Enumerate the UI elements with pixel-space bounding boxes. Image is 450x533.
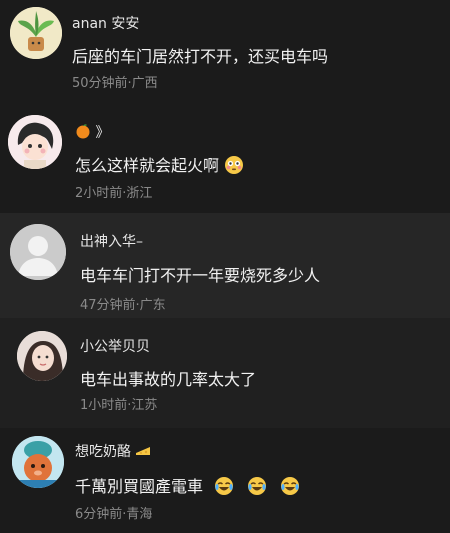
username[interactable]: 》 [75,122,109,143]
flushed-face-emoji [224,155,244,179]
comment-meta: 2小时前·浙江 [75,186,153,201]
orange-icon [75,123,91,143]
plant-avatar-icon[interactable] [10,7,62,59]
comment-meta: 47分钟前·广东 [80,298,166,313]
crying-laughing-emoji [214,476,234,500]
cheese-icon [135,442,151,462]
comment-meta: 50分钟前·广西 [72,76,158,91]
username[interactable]: 想吃奶酪 [75,441,151,462]
comment-item: anan 安安 后座的车门居然打不开，还买电车吗 50分钟前·广西 [0,0,450,98]
crying-laughing-emoji [247,476,267,500]
crying-laughing-emoji [280,476,300,500]
comment-text: 电车出事故的几率太大了 [80,370,257,389]
girl-avatar-icon[interactable] [8,115,62,169]
comment-item: 》 怎么这样就会起火啊 2小时前·浙江 [0,98,450,213]
comment-meta: 1小时前·江苏 [80,398,158,413]
username[interactable]: anan 安安 [72,13,139,33]
username[interactable]: 出神入华– [80,231,143,251]
comment-text: 怎么这样就会起火啊 [75,152,244,179]
cartoon-avatar-icon[interactable] [12,436,64,488]
comment-text: 千萬別買國產電車 [75,473,300,500]
photo-avatar-icon[interactable] [17,331,67,381]
username[interactable]: 小公举贝贝 [80,336,150,356]
username-text: 》 [95,125,110,141]
default-user-avatar-icon[interactable] [10,224,66,280]
comment-meta: 6分钟前·青海 [75,507,153,522]
comment-item: 小公举贝贝 电车出事故的几率太大了 1小时前·江苏 [0,318,450,428]
comment-text: 电车车门打不开一年要烧死多少人 [80,266,321,285]
comment-text: 后座的车门居然打不开，还买电车吗 [72,47,329,66]
comment-item: 想吃奶酪 千萬別買國產電車 6分钟前·青海 [0,428,450,533]
comment-text-content: 千萬別買國產電車 [75,477,204,496]
comment-item: 出神入华– 电车车门打不开一年要烧死多少人 47分钟前·广东 [0,213,450,318]
username-text: 想吃奶酪 [75,444,131,460]
comment-text-content: 怎么这样就会起火啊 [75,156,220,175]
